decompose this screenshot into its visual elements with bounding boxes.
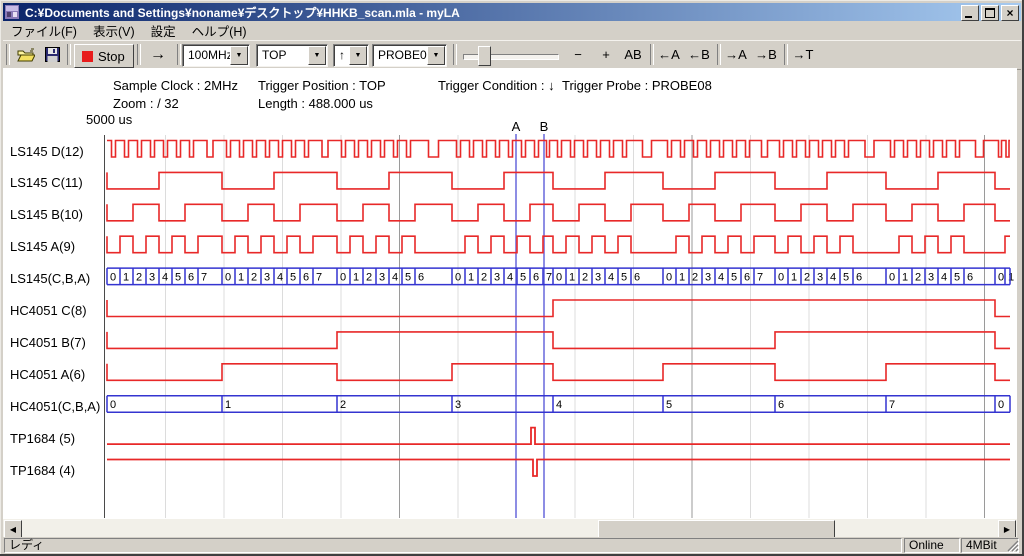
menu-help[interactable]: ヘルプ(H) [184, 19, 255, 42]
toolbar-separator [453, 44, 457, 65]
app-icon [5, 5, 21, 19]
channel-label: LS145 B(10) [10, 207, 83, 222]
sample-clock-combo[interactable]: 100MHz ▼ [182, 44, 250, 67]
scrollbar-thumb[interactable] [598, 520, 835, 538]
zoom-ab-button[interactable]: AB [619, 43, 647, 66]
goto-cursor-a-left-button[interactable]: ←A [655, 43, 683, 66]
trigger-edge-value: ↑ [339, 47, 345, 63]
info-trigger-condition: Trigger Condition : ↓ [438, 78, 555, 93]
toolbar-separator [717, 44, 721, 65]
channel-label: HC4051 B(7) [10, 335, 86, 350]
waveform-area [3, 68, 1017, 519]
menu-file[interactable]: ファイル(F) [3, 19, 85, 42]
close-button[interactable]: × [1001, 5, 1019, 21]
scroll-left-icon: ◀ [10, 525, 16, 534]
horizontal-scrollbar[interactable]: ◀ ▶ [3, 519, 1017, 537]
window-title: C:¥Documents and Settings¥noname¥デスクトップ¥… [25, 4, 460, 21]
channel-label: LS145(C,B,A) [10, 271, 90, 286]
dropdown-arrow-icon[interactable]: ▼ [230, 46, 248, 65]
zoom-in-button[interactable]: + [594, 43, 618, 66]
toolbar-separator [784, 44, 788, 65]
info-zoom: Zoom : / 32 [113, 96, 179, 111]
goto-trigger-button[interactable]: →T [789, 43, 817, 66]
window-border [0, 0, 1024, 1]
trigger-probe-combo[interactable]: PROBE00 ▼ [372, 44, 447, 67]
menu-view[interactable]: 表示(V) [85, 19, 143, 42]
sample-clock-value: 100MHz [188, 47, 233, 63]
maximize-button[interactable] [981, 5, 999, 21]
channel-label: TP1684 (5) [10, 431, 75, 446]
toolbar-separator [650, 44, 654, 65]
trigger-edge-combo[interactable]: ↑ ▼ [333, 44, 369, 67]
scroll-right-button[interactable]: ▶ [998, 520, 1016, 538]
window-border [0, 0, 1, 556]
toolbar-separator [177, 44, 181, 65]
dropdown-arrow-icon[interactable]: ▼ [427, 46, 445, 65]
toolbar: Stop → 100MHz ▼ TOP ▼ ↑ ▼ PROBE00 ▼ − + … [3, 40, 1021, 70]
toolbar-grip [6, 44, 10, 65]
toolbar-separator [67, 44, 71, 65]
status-ready: レディ [4, 538, 902, 553]
info-sample-clock: Sample Clock : 2MHz [113, 78, 238, 93]
channel-label: LS145 C(11) [10, 175, 83, 190]
slider-thumb[interactable] [478, 46, 491, 66]
trigger-position-value: TOP [262, 47, 286, 63]
time-division-label: 5000 us [86, 112, 132, 127]
channel-label: HC4051(C,B,A) [10, 399, 100, 414]
zoom-out-button[interactable]: − [566, 43, 590, 66]
close-icon: × [1006, 7, 1013, 19]
toolbar-separator [137, 44, 141, 65]
open-folder-icon [17, 48, 35, 62]
save-button[interactable] [40, 44, 64, 65]
channel-label: HC4051 A(6) [10, 367, 85, 382]
run-button[interactable]: → [143, 43, 173, 66]
goto-cursor-a-right-button[interactable]: →A [722, 43, 750, 66]
app-window: C:¥Documents and Settings¥noname¥デスクトップ¥… [0, 0, 1024, 556]
resize-grip[interactable] [1006, 539, 1019, 552]
channel-label: HC4051 C(8) [10, 303, 87, 318]
scroll-right-icon: ▶ [1004, 525, 1010, 534]
stop-square-icon [82, 51, 93, 62]
goto-cursor-b-right-button[interactable]: →B [752, 43, 780, 66]
info-trigger-position: Trigger Position : TOP [258, 78, 386, 93]
menu-settings[interactable]: 設定 [143, 19, 184, 42]
info-trigger-probe: Trigger Probe : PROBE08 [562, 78, 712, 93]
floppy-disk-icon [45, 47, 60, 62]
channel-label: LS145 A(9) [10, 239, 75, 254]
minimize-icon [965, 16, 972, 18]
stop-label: Stop [98, 49, 125, 64]
scroll-left-button[interactable]: ◀ [4, 520, 22, 538]
channel-label: TP1684 (4) [10, 463, 75, 478]
dropdown-arrow-icon[interactable]: ▼ [308, 46, 326, 65]
stop-button[interactable]: Stop [74, 44, 134, 68]
status-online: Online [904, 538, 960, 553]
menu-bar: ファイル(F) 表示(V) 設定 ヘルプ(H) [3, 21, 1021, 40]
trigger-position-combo[interactable]: TOP ▼ [256, 44, 328, 67]
minimize-button[interactable] [961, 5, 979, 21]
open-file-button[interactable] [14, 44, 38, 65]
dropdown-arrow-icon[interactable]: ▼ [349, 46, 367, 65]
zoom-slider[interactable] [463, 43, 559, 67]
maximize-icon [985, 8, 995, 18]
info-length: Length : 488.000 us [258, 96, 373, 111]
status-bar: レディ Online 4MBit [3, 537, 1021, 553]
goto-cursor-b-left-button[interactable]: ←B [685, 43, 713, 66]
trigger-probe-value: PROBE00 [378, 47, 433, 63]
channel-label: LS145 D(12) [10, 144, 84, 159]
